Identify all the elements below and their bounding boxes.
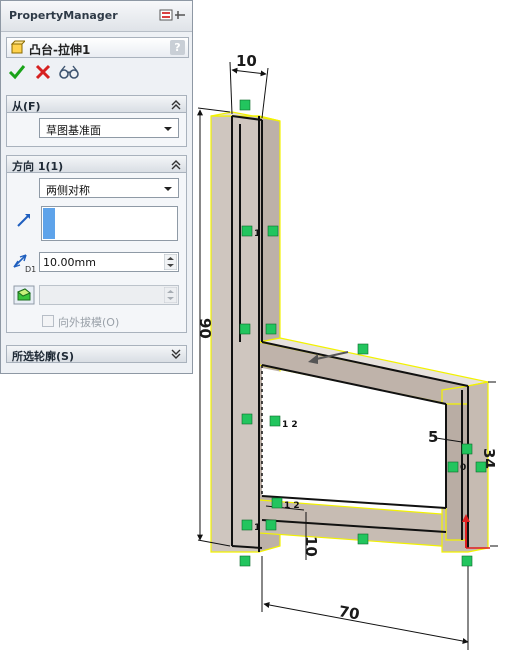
spinner-arrows-icon [164, 287, 177, 303]
direction-reference-selection [43, 208, 55, 239]
relation-vertical-icon [241, 413, 253, 425]
cancel-button[interactable] [34, 63, 52, 81]
spinner-arrows-icon[interactable] [164, 254, 177, 270]
feature-title: 凸台-拉伸1 [29, 43, 91, 57]
relation-vertical-icon [461, 443, 473, 455]
chevron-down-icon [164, 187, 172, 191]
section-from-header[interactable]: 从(F) [6, 95, 187, 113]
relation-label: 1 2 [282, 420, 298, 430]
dimension-height[interactable]: 90 [196, 318, 214, 339]
property-manager: PropertyManager 凸台-拉伸1 ? 从(F) 草图基准面 方向 1… [0, 0, 193, 374]
help-button[interactable]: ? [170, 40, 185, 55]
dimension-right-wall[interactable]: 5 [428, 428, 438, 446]
start-condition-value: 草图基准面 [46, 124, 101, 137]
relation-label: 1 [254, 523, 260, 533]
relation-horizontal-icon [357, 533, 369, 545]
relation-vertical-icon [475, 461, 487, 473]
relation-vertical-icon [265, 323, 277, 335]
chevron-down-icon[interactable] [170, 349, 182, 360]
relation-label: 1 2 [284, 501, 300, 511]
relation-horizontal-icon [239, 555, 251, 567]
chevron-down-icon [164, 127, 172, 131]
direction-reference-listbox[interactable] [41, 206, 178, 241]
dimension-top-width[interactable]: 10 [236, 52, 257, 70]
pin-icon[interactable] [159, 9, 187, 21]
relation-label: 1 [254, 229, 260, 239]
relation-coincident-icon [271, 497, 283, 509]
depth-dimension-icon: D1 [13, 254, 36, 273]
relation-vertical-icon [265, 519, 277, 531]
end-condition-value: 两侧对称 [46, 184, 90, 197]
relation-vertical-icon [267, 225, 279, 237]
section-contours-header[interactable]: 所选轮廓(S) [6, 345, 187, 363]
property-manager-title: PropertyManager [9, 9, 118, 22]
section-contours-title: 所选轮廓(S) [12, 350, 74, 363]
draft-angle-input[interactable] [39, 285, 179, 305]
property-manager-titlebar: PropertyManager [1, 1, 192, 32]
relation-horizontal-icon [239, 99, 251, 111]
relation-vertical-icon [447, 461, 459, 473]
relation-vertical-icon [241, 519, 253, 531]
draft-outward-label: 向外拔模(O) [58, 316, 120, 329]
section-direction1-title: 方向 1(1) [12, 160, 64, 173]
dimension-bottom-thickness[interactable]: 10 [302, 536, 320, 557]
chevron-up-icon[interactable] [170, 99, 182, 110]
svg-text:D1: D1 [25, 265, 36, 273]
end-condition-select[interactable]: 两侧对称 [39, 178, 179, 198]
depth-input[interactable]: 10.00mm [39, 252, 179, 272]
dimension-length[interactable]: 70 [337, 602, 361, 623]
relation-vertical-icon [241, 225, 253, 237]
section-from-title: 从(F) [12, 100, 41, 113]
section-direction1-header[interactable]: 方向 1(1) [6, 155, 187, 173]
relation-coincident-icon [461, 555, 473, 567]
relation-vertical-icon [239, 323, 251, 335]
depth-value: 10.00mm [43, 256, 96, 269]
extrude-boss-icon [10, 40, 25, 54]
direction-arrow-icon[interactable] [15, 211, 33, 229]
relation-horizontal-icon [357, 343, 369, 355]
preview-glasses-icon[interactable] [59, 63, 79, 81]
start-condition-select[interactable]: 草图基准面 [39, 118, 179, 138]
feature-header: 凸台-拉伸1 ? [6, 37, 189, 58]
relation-label: 0 [460, 463, 466, 473]
chevron-up-icon[interactable] [170, 159, 182, 170]
draft-icon[interactable] [13, 285, 35, 305]
relation-vertical-icon [269, 415, 281, 427]
draft-outward-checkbox[interactable] [42, 315, 54, 327]
ok-button[interactable] [8, 63, 26, 81]
